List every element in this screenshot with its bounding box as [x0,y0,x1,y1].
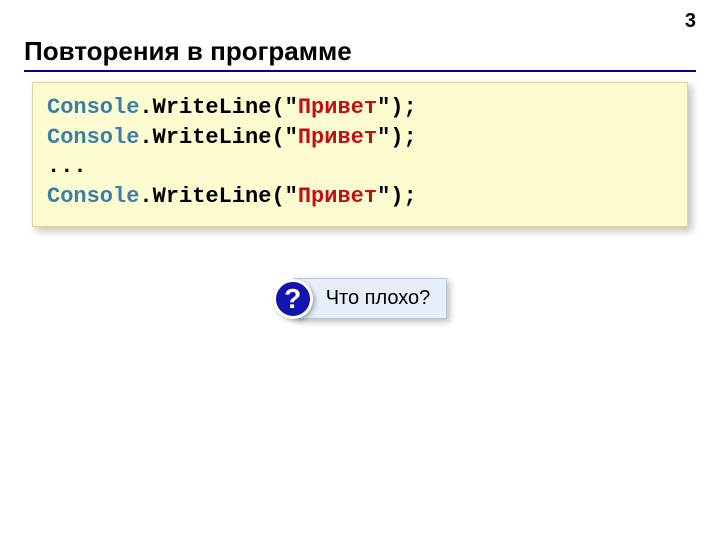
code-token-string: Привет [298,125,377,150]
title-underline [24,70,696,72]
code-block: Console.WriteLine("Привет"); Console.Wri… [32,82,688,227]
code-token-punc: (" [271,184,297,209]
code-token-method: WriteLine [153,125,272,150]
code-token-punc: "); [377,95,417,120]
code-token-method: WriteLine [153,95,272,120]
code-token-punc: . [139,184,152,209]
code-token-punc: "); [377,184,417,209]
code-token-punc: "); [377,125,417,150]
code-line: Console.WriteLine("Привет"); [47,182,673,212]
code-token-punc: (" [271,95,297,120]
code-token-class: Console [47,125,139,150]
code-token-method: WriteLine [153,184,272,209]
code-token-string: Привет [298,95,377,120]
code-token-ellipsis: ... [47,154,87,179]
callout-text: Что плохо? [293,278,448,319]
code-token-punc: . [139,125,152,150]
callout-container: ? Что плохо? [0,278,720,319]
code-line-ellipsis: ... [47,152,673,182]
code-line: Console.WriteLine("Привет"); [47,123,673,153]
code-line: Console.WriteLine("Привет"); [47,93,673,123]
code-token-class: Console [47,95,139,120]
code-token-punc: . [139,95,152,120]
code-token-punc: (" [271,125,297,150]
code-token-string: Привет [298,184,377,209]
callout: ? Что плохо? [273,278,448,319]
code-token-class: Console [47,184,139,209]
slide-title: Повторения в программе [24,36,352,67]
page-number: 3 [685,10,696,33]
question-icon: ? [273,279,313,319]
